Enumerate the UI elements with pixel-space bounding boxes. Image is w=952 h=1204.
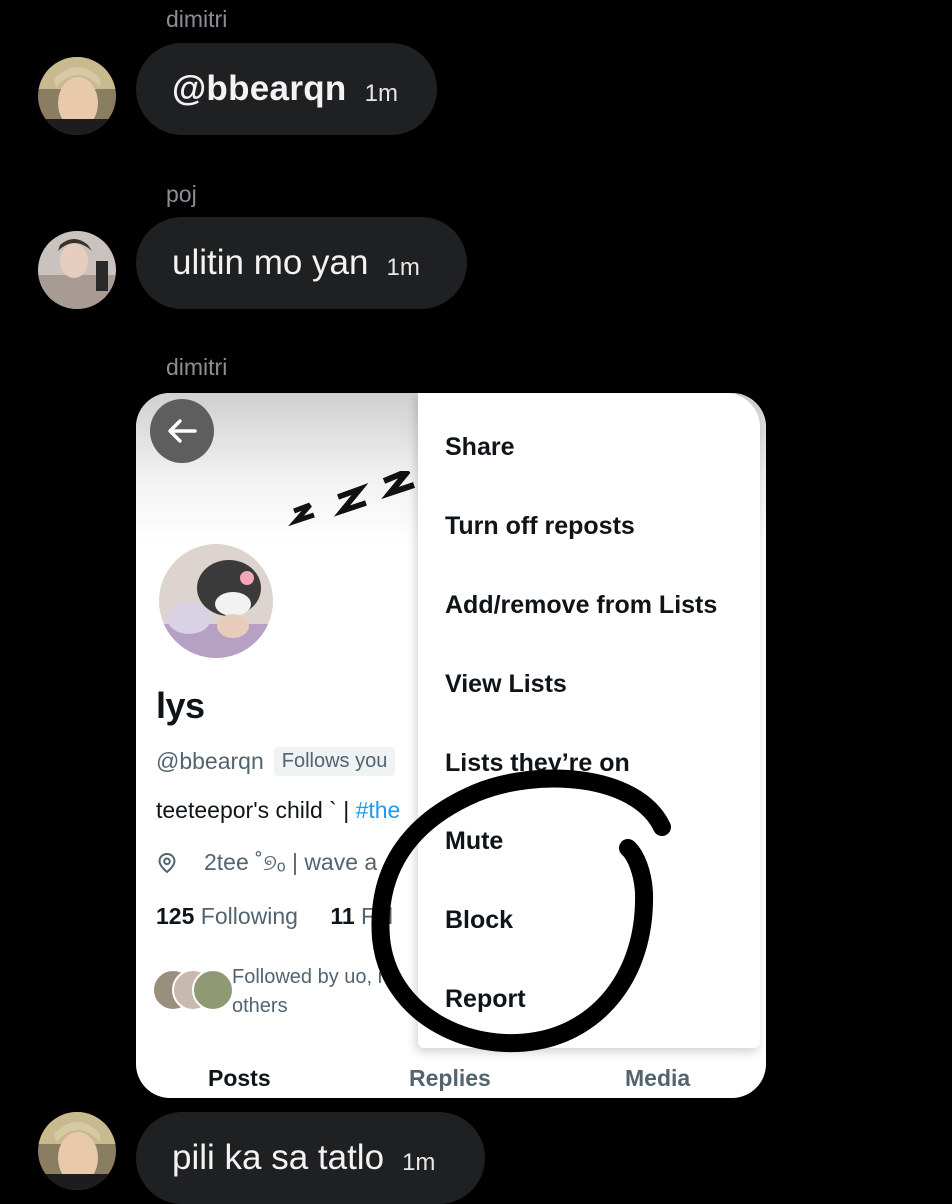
back-button[interactable]: [150, 399, 214, 463]
avatar[interactable]: [38, 231, 116, 309]
mutual-avatars: [152, 969, 234, 1011]
tab-media[interactable]: Media: [625, 1065, 690, 1092]
sender-name: poj: [166, 181, 197, 207]
avatar[interactable]: [38, 57, 116, 135]
message-text: pili ka sa tatlo: [172, 1138, 385, 1177]
profile-name: lys: [156, 685, 205, 726]
follow-stats: 125 Following 11 Fol: [156, 903, 393, 930]
message-text: @bbearqn: [172, 69, 347, 108]
location-pin-icon: [158, 852, 176, 873]
menu-item-view-lists[interactable]: View Lists: [445, 670, 567, 699]
followed-by-text: Followed by uo, r others: [232, 963, 412, 1021]
arrow-left-icon: [168, 419, 197, 443]
message-text: ulitin mo yan: [172, 243, 369, 282]
avatar[interactable]: [38, 1112, 116, 1190]
followed-by[interactable]: Followed by uo, r others: [152, 966, 412, 1021]
message-time: 1m: [386, 254, 420, 281]
profile-handle-row: @bbearqn Follows you: [156, 747, 396, 776]
message-bubble[interactable]: pili ka sa tatlo 1m: [136, 1112, 485, 1204]
menu-item-share[interactable]: Share: [445, 433, 514, 462]
profile-tabs: Posts Replies Media: [136, 1061, 766, 1098]
avatar-photo-icon: [38, 1112, 116, 1190]
profile-bio: teeteepor's child ` | #the: [156, 797, 400, 824]
profile-avatar[interactable]: [156, 541, 276, 661]
zzz-icon: [288, 471, 415, 527]
location-text: 2tee ˚୭ₒ | wave a: [204, 849, 378, 875]
tab-posts[interactable]: Posts: [208, 1065, 271, 1092]
menu-item-lists-theyre-on[interactable]: Lists they’re on: [445, 749, 630, 778]
bio-hashtag[interactable]: #the: [356, 797, 401, 823]
following-count[interactable]: 125: [156, 903, 194, 929]
followed-by-line1: Followed by u: [232, 966, 356, 988]
message-time: 1m: [402, 1149, 436, 1176]
avatar-photo-icon: [38, 57, 116, 135]
message-bubble[interactable]: ulitin mo yan 1m: [136, 217, 467, 309]
menu-item-add-remove-lists[interactable]: Add/remove from Lists: [445, 591, 717, 620]
tab-replies[interactable]: Replies: [409, 1065, 491, 1092]
menu-item-block[interactable]: Block: [445, 906, 513, 935]
overflow-menu: Share Turn off reposts Add/remove from L…: [418, 393, 760, 1048]
menu-item-turn-off-reposts[interactable]: Turn off reposts: [445, 512, 635, 541]
following-label[interactable]: Following: [201, 903, 298, 929]
follows-you-badge: Follows you: [273, 747, 396, 776]
avatar-photo-icon: [159, 544, 273, 658]
avatar: [192, 969, 234, 1011]
menu-item-mute[interactable]: Mute: [445, 827, 503, 856]
menu-item-report[interactable]: Report: [445, 985, 526, 1014]
message-time: 1m: [364, 80, 398, 107]
followers-label[interactable]: Fol: [361, 903, 393, 929]
shared-screenshot[interactable]: lys @bbearqn Follows you teeteepor's chi…: [136, 393, 766, 1098]
profile-handle: @bbearqn: [156, 748, 264, 774]
followed-by-tail: o, r: [355, 966, 385, 988]
sender-name: dimitri: [166, 6, 228, 32]
message-bubble[interactable]: @bbearqn 1m: [136, 43, 437, 135]
followed-by-line2: others: [232, 995, 288, 1017]
avatar-photo-icon: [38, 231, 116, 309]
followers-count[interactable]: 11: [330, 903, 354, 929]
sender-name: dimitri: [166, 354, 228, 380]
profile-location: 2tee ˚୭ₒ | wave a: [156, 849, 377, 876]
bio-text: teeteepor's child ` |: [156, 797, 356, 823]
